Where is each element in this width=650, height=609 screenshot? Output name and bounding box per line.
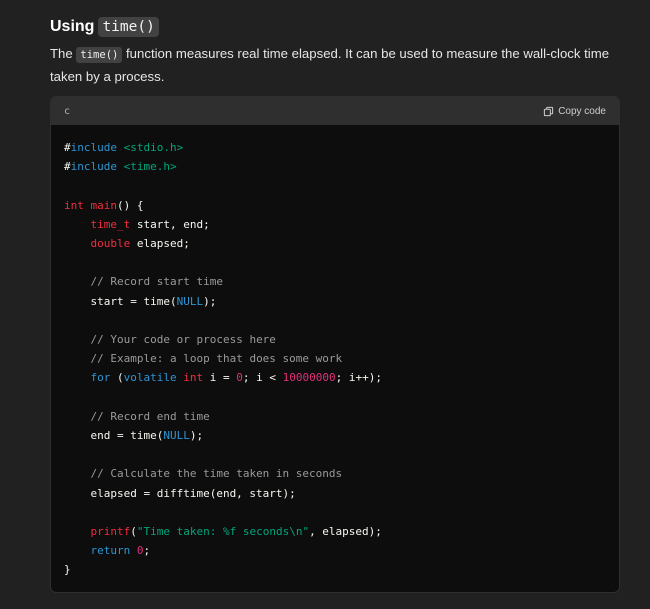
code-body: #include <stdio.h> #include <time.h> int… bbox=[51, 125, 619, 580]
code-line: // Your code or process here bbox=[64, 333, 276, 346]
message-content: Using time() The time() function measure… bbox=[50, 0, 620, 88]
heading-text: Using bbox=[50, 18, 95, 35]
code-line: // Record end time bbox=[64, 410, 210, 423]
code-token: include bbox=[70, 160, 117, 174]
code-token: # bbox=[64, 160, 71, 174]
code-block-header: c Copy code bbox=[51, 97, 619, 125]
code-token: double bbox=[90, 237, 131, 251]
code-token: main bbox=[90, 198, 118, 212]
code-line: // Example: a loop that does some work bbox=[64, 352, 343, 366]
code-token: ; i++); bbox=[335, 371, 382, 385]
paragraph-text-start: The bbox=[50, 46, 73, 61]
code-line: #include <stdio.h> bbox=[64, 141, 183, 154]
code-line: // Record start time bbox=[64, 275, 223, 288]
code-line: end = time(NULL); bbox=[64, 429, 203, 442]
code-block: c Copy code #include <stdio.h> #include … bbox=[50, 96, 620, 593]
section-paragraph: The time() function measures real time e… bbox=[50, 42, 620, 88]
code-line: start = time(NULL); bbox=[64, 295, 216, 308]
code-token: elapsed; bbox=[130, 237, 190, 251]
code-line: printf("Time taken: %f seconds\n", elaps… bbox=[64, 525, 382, 538]
code-token: printf bbox=[90, 525, 131, 539]
copy-code-label: Copy code bbox=[558, 105, 606, 117]
code-token: ; bbox=[143, 544, 151, 558]
code-token: // Record start time bbox=[90, 275, 223, 289]
code-token: elapsed = difftime(end, start); bbox=[64, 486, 296, 500]
code-line: } bbox=[64, 563, 71, 576]
copy-icon bbox=[543, 106, 554, 117]
code-token: 10000000 bbox=[282, 371, 336, 385]
code-token: i = bbox=[203, 371, 237, 385]
code-line: double elapsed; bbox=[64, 237, 190, 250]
code-token: () { bbox=[117, 198, 144, 212]
code-line: return 0; bbox=[64, 544, 151, 558]
code-token: include bbox=[70, 141, 117, 154]
code-line: elapsed = difftime(end, start); bbox=[64, 486, 296, 500]
code-token: volatile bbox=[123, 371, 177, 385]
code-token: start = time( bbox=[64, 294, 177, 308]
code-token: 0 bbox=[136, 544, 144, 558]
code-token: // Your code or process here bbox=[90, 333, 276, 347]
code-token: int bbox=[183, 371, 204, 385]
paragraph-text-end: function measures real time elapsed. It … bbox=[50, 46, 610, 84]
code-token: 0 bbox=[236, 371, 243, 385]
code-token: ( bbox=[130, 525, 137, 539]
code-line: time_t start, end; bbox=[64, 218, 210, 231]
paragraph-inline-code: time() bbox=[76, 47, 123, 63]
code-token: // Calculate the time taken in seconds bbox=[90, 467, 343, 481]
code-token: ); bbox=[203, 294, 217, 308]
code-token: <stdio.h> bbox=[123, 141, 184, 154]
code-token: int bbox=[64, 198, 84, 212]
section-heading: Using time() bbox=[50, 0, 620, 42]
code-token: // Record end time bbox=[90, 409, 210, 423]
code-token: , elapsed); bbox=[309, 525, 382, 539]
code-line: int main() { bbox=[64, 199, 144, 212]
heading-inline-code: time() bbox=[98, 17, 159, 37]
code-language-label: c bbox=[64, 105, 71, 117]
code-token: time_t bbox=[90, 217, 131, 231]
code-token: # bbox=[64, 141, 71, 154]
code-token: ( bbox=[110, 371, 124, 385]
code-token: // Example: a loop that does some work bbox=[90, 352, 343, 366]
code-token: <time.h> bbox=[123, 160, 177, 174]
code-token: for bbox=[90, 371, 111, 385]
code-line: for (volatile int i = 0; i < 10000000; i… bbox=[64, 371, 382, 384]
code-token: return bbox=[90, 544, 131, 558]
code-token: start, end; bbox=[130, 217, 210, 231]
code-token: ); bbox=[189, 429, 204, 443]
code-token: "Time taken: %f seconds\n" bbox=[136, 525, 310, 539]
copy-code-button[interactable]: Copy code bbox=[543, 106, 606, 117]
code-token: } bbox=[64, 563, 71, 577]
code-token: end = time( bbox=[64, 429, 164, 443]
code-token: NULL bbox=[163, 429, 190, 443]
code-line: #include <time.h> bbox=[64, 160, 177, 173]
code-token: NULL bbox=[176, 294, 204, 308]
code-token: ; i < bbox=[242, 371, 283, 385]
code-line: // Calculate the time taken in seconds bbox=[64, 467, 343, 481]
